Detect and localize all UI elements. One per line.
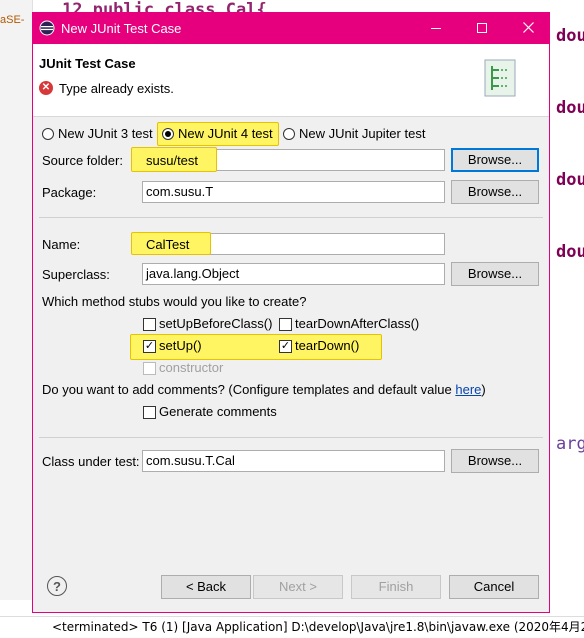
editor-side-text: aSE- (0, 14, 25, 26)
back-button[interactable]: < Back (161, 575, 251, 599)
minimize-button[interactable] (413, 13, 459, 44)
console-status: <terminated> T6 (1) [Java Application] D… (0, 616, 584, 638)
code-line: dou (556, 98, 584, 118)
class-under-test-browse-button[interactable]: Browse... (451, 449, 539, 473)
source-folder-browse-button[interactable]: Browse... (451, 148, 539, 172)
junit3-radio[interactable] (42, 128, 54, 140)
setup-label[interactable]: setUp() (159, 338, 202, 353)
superclass-label: Superclass: (42, 267, 110, 282)
close-icon (522, 22, 534, 33)
comments-question-close: ) (481, 382, 486, 397)
junit4-label[interactable]: New JUnit 4 test (178, 126, 273, 141)
junit-wizard-icon (484, 59, 516, 97)
editor-gutter (0, 0, 33, 600)
maximize-icon (477, 23, 487, 33)
new-junit-dialog: New JUnit Test Case JUnit Test Case ✕ Ty… (32, 12, 550, 613)
superclass-field[interactable]: java.lang.Object (142, 263, 445, 285)
superclass-browse-button[interactable]: Browse... (451, 262, 539, 286)
minimize-icon (431, 28, 441, 29)
teardown-checkbox[interactable]: ✓ (279, 340, 292, 353)
cancel-button[interactable]: Cancel (449, 575, 539, 599)
setupbeforeclass-label[interactable]: setUpBeforeClass() (159, 316, 272, 331)
dialog-titlebar[interactable]: New JUnit Test Case (33, 13, 549, 44)
generate-comments-checkbox[interactable] (143, 406, 156, 419)
header-title: JUnit Test Case (39, 56, 136, 71)
dialog-title: New JUnit Test Case (61, 21, 182, 36)
generate-comments-label[interactable]: Generate comments (159, 404, 277, 419)
jupiter-radio[interactable] (283, 128, 295, 140)
comments-question: Do you want to add comments? (Configure … (42, 382, 486, 397)
code-line: args (556, 434, 584, 454)
help-icon[interactable]: ? (47, 576, 67, 596)
eclipse-icon (39, 20, 55, 36)
separator (39, 437, 543, 438)
teardownafterclass-label[interactable]: tearDownAfterClass() (295, 316, 419, 331)
package-field[interactable]: com.susu.T (142, 181, 445, 203)
dialog-header: JUnit Test Case ✕ Type already exists. (33, 44, 549, 117)
jupiter-label[interactable]: New JUnit Jupiter test (299, 126, 425, 141)
templates-link[interactable]: here (455, 382, 481, 397)
console-status-text: <terminated> T6 (1) [Java Application] D… (52, 620, 584, 634)
finish-button[interactable]: Finish (351, 575, 441, 599)
teardownafterclass-checkbox[interactable] (279, 318, 292, 331)
source-folder-label: Source folder: (42, 153, 123, 168)
close-button[interactable] (505, 13, 551, 44)
code-line: dou (556, 26, 584, 46)
error-icon: ✕ (39, 81, 53, 95)
setup-checkbox[interactable]: ✓ (143, 340, 156, 353)
next-button[interactable]: Next > (253, 575, 343, 599)
setupbeforeclass-checkbox[interactable] (143, 318, 156, 331)
code-line: dou (556, 170, 584, 190)
name-value: CalTest (146, 237, 190, 252)
constructor-checkbox (143, 362, 156, 375)
class-under-test-label: Class under test: (42, 454, 140, 469)
stubs-question: Which method stubs would you like to cre… (42, 294, 307, 309)
code-line: dou (556, 242, 584, 262)
constructor-label: constructor (159, 360, 224, 375)
comments-question-text: Do you want to add comments? (Configure … (42, 382, 456, 397)
name-label: Name: (42, 237, 81, 252)
package-browse-button[interactable]: Browse... (451, 180, 539, 204)
maximize-button[interactable] (459, 13, 505, 44)
class-under-test-field[interactable]: com.susu.T.Cal (142, 450, 445, 472)
junit4-radio[interactable] (162, 128, 174, 140)
separator (39, 217, 543, 218)
source-folder-value: susu/test (146, 153, 199, 168)
error-message: Type already exists. (59, 81, 174, 96)
junit3-label[interactable]: New JUnit 3 test (58, 126, 153, 141)
package-label: Package: (42, 185, 97, 200)
teardown-label[interactable]: tearDown() (295, 338, 359, 353)
